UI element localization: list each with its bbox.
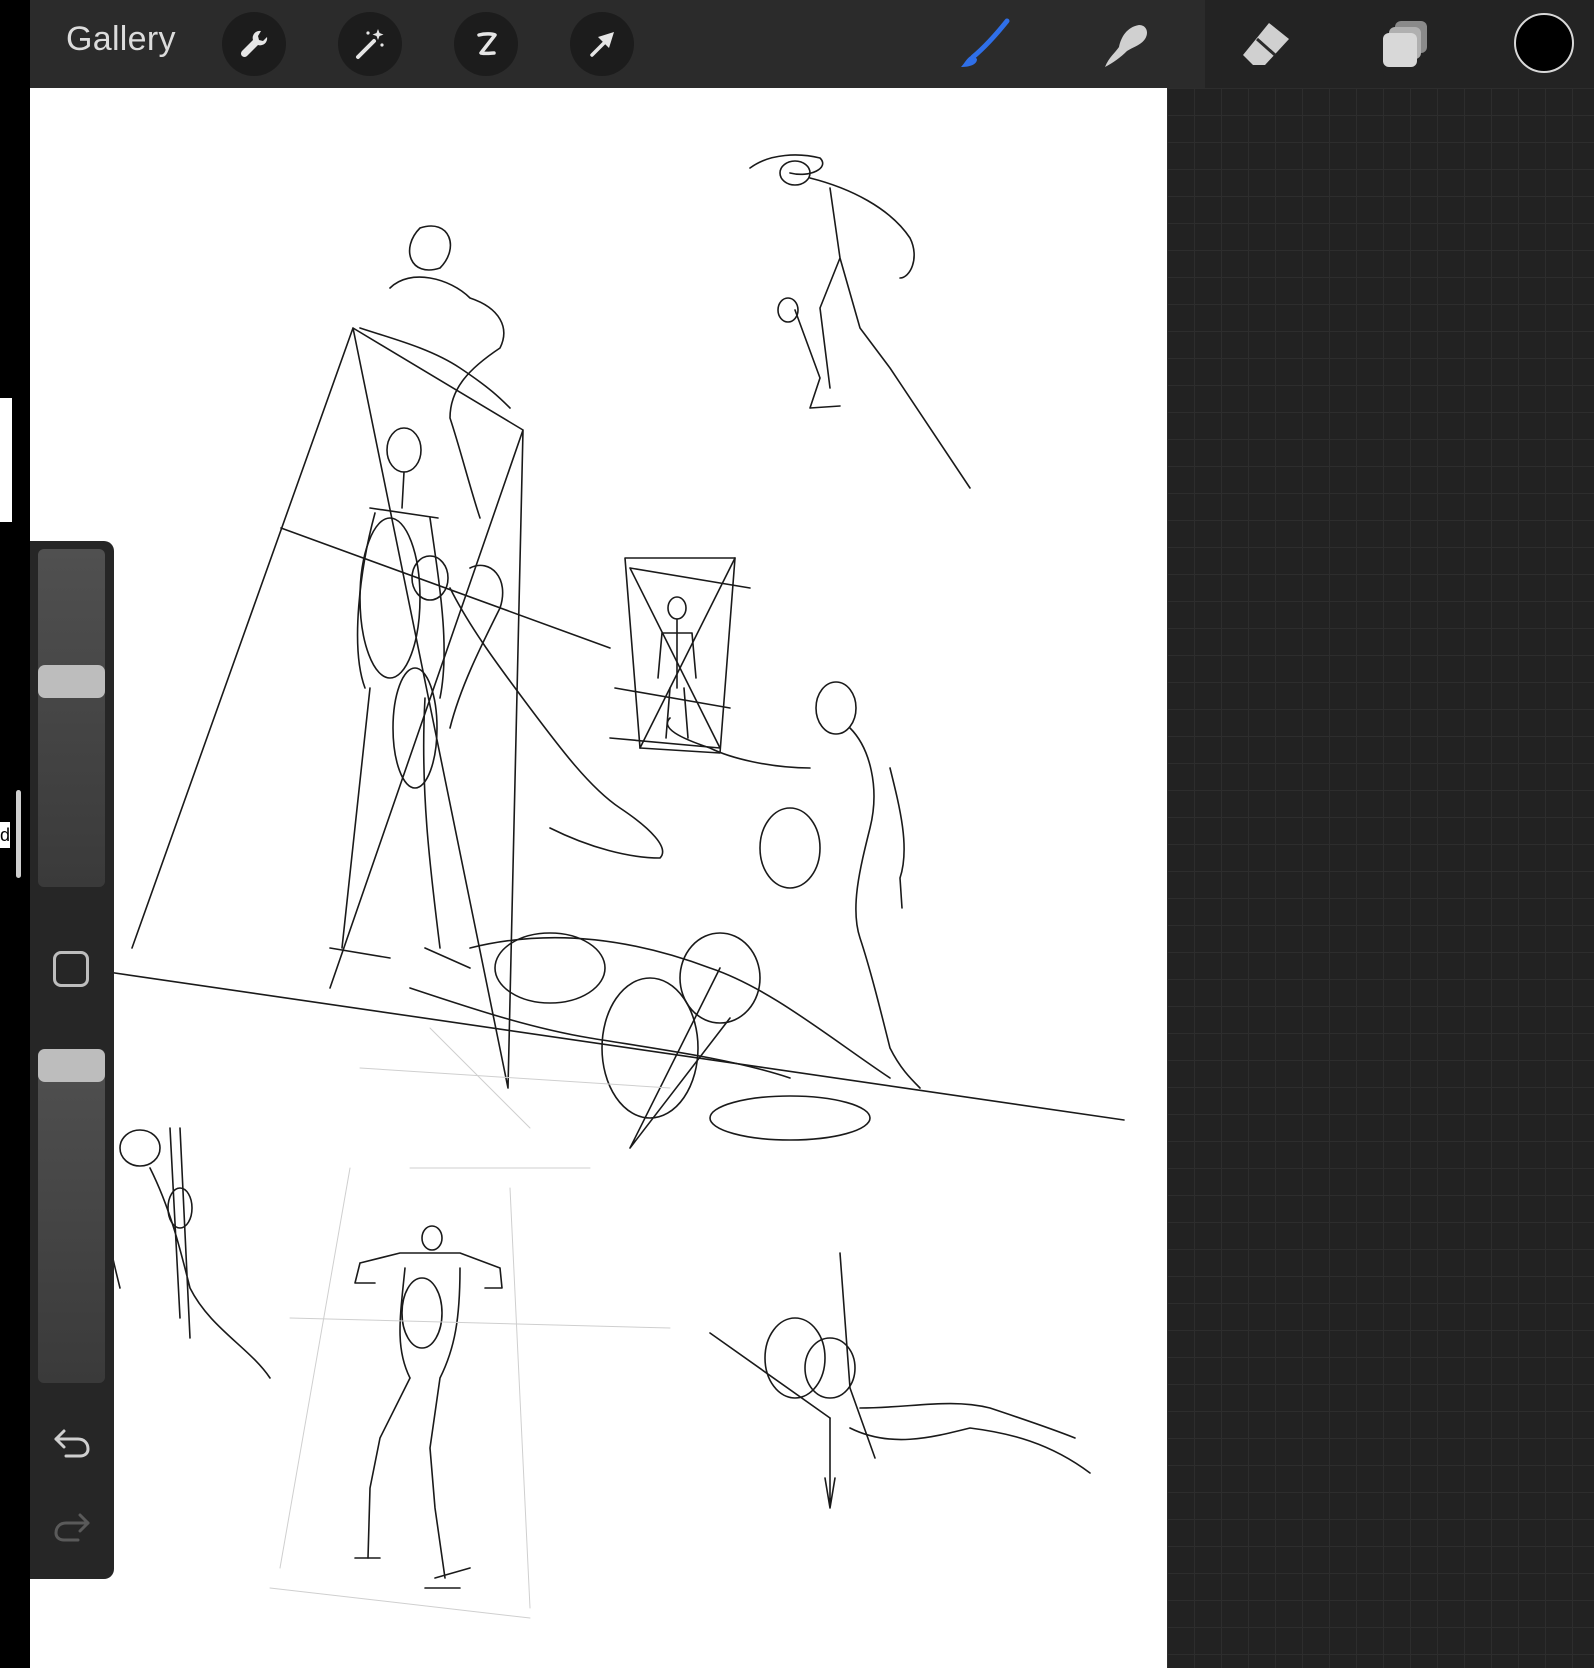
modify-square-icon xyxy=(56,954,86,984)
smudge-button[interactable] xyxy=(1096,14,1156,74)
layers-icon xyxy=(1383,21,1427,67)
transform-arrow-icon xyxy=(590,32,614,57)
canvas-background-grid xyxy=(1167,88,1594,1668)
brush-sidebar xyxy=(30,541,114,1579)
drawing-canvas[interactable] xyxy=(30,88,1167,1668)
color-picker-button[interactable] xyxy=(1514,13,1574,73)
brush-icon xyxy=(961,18,1010,67)
wrench-icon xyxy=(240,30,268,58)
eraser-icon xyxy=(1243,23,1289,65)
selection-icon xyxy=(477,32,497,56)
left-edge-strip: d xyxy=(0,0,30,1668)
brush-opacity-slider[interactable] xyxy=(38,1049,105,1383)
gallery-button[interactable]: Gallery xyxy=(66,20,176,59)
layers-button[interactable] xyxy=(1376,14,1436,74)
brush-opacity-thumb[interactable] xyxy=(38,1049,105,1082)
smudge-icon xyxy=(1105,25,1147,67)
top-toolbar: Gallery xyxy=(30,0,1594,88)
redo-icon xyxy=(54,1513,90,1542)
actions-button[interactable] xyxy=(222,12,286,76)
undo-button[interactable] xyxy=(52,1423,92,1459)
redo-button[interactable] xyxy=(52,1507,92,1543)
eraser-button[interactable] xyxy=(1236,14,1296,74)
brush-button[interactable] xyxy=(956,14,1016,74)
brush-size-slider[interactable] xyxy=(38,549,105,887)
modify-button[interactable] xyxy=(53,951,89,987)
undo-icon xyxy=(54,1429,90,1458)
gesture-sketches xyxy=(105,154,1125,1619)
side-panel-letter: d xyxy=(0,822,10,848)
side-panel-peek xyxy=(0,398,12,522)
side-panel-handle[interactable] xyxy=(16,790,21,878)
magic-wand-icon xyxy=(356,29,384,59)
transform-button[interactable] xyxy=(570,12,634,76)
selection-button[interactable] xyxy=(454,12,518,76)
adjustments-button[interactable] xyxy=(338,12,402,76)
brush-size-thumb[interactable] xyxy=(38,664,105,698)
